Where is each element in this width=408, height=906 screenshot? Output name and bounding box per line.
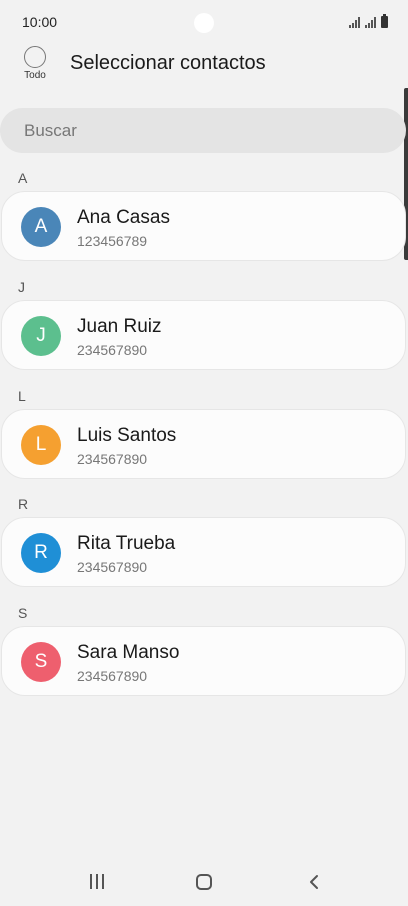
contact-item[interactable]: J Juan Ruiz 234567890 <box>1 300 406 370</box>
battery-icon <box>381 14 388 28</box>
status-icons <box>349 14 388 28</box>
section-header-j: J <box>18 279 25 295</box>
contact-name: Rita Trueba <box>77 533 176 554</box>
status-time: 10:00 <box>22 14 58 30</box>
contact-item[interactable]: R Rita Trueba 234567890 <box>1 517 406 587</box>
navigation-bar <box>0 860 408 906</box>
avatar: R <box>21 533 61 573</box>
contact-name: Juan Ruiz <box>77 316 162 337</box>
contact-phone: 234567890 <box>77 559 148 575</box>
checkbox-circle-icon[interactable] <box>24 46 46 68</box>
contact-phone: 234567890 <box>77 668 148 684</box>
avatar: L <box>21 425 61 465</box>
contact-phone: 123456789 <box>77 233 148 249</box>
camera-cutout <box>194 13 214 33</box>
search-input[interactable] <box>0 108 406 153</box>
select-all-checkbox[interactable]: Todo <box>20 46 50 81</box>
contact-phone: 234567890 <box>77 342 148 358</box>
search-bar[interactable] <box>0 108 406 153</box>
avatar: S <box>21 642 61 682</box>
section-header-l: L <box>18 388 26 404</box>
contact-name: Sara Manso <box>77 642 180 663</box>
avatar: A <box>21 207 61 247</box>
contact-name: Ana Casas <box>77 207 170 228</box>
contact-name: Luis Santos <box>77 425 177 446</box>
signal-icon <box>349 17 360 28</box>
back-icon[interactable] <box>305 873 323 891</box>
home-icon[interactable] <box>196 874 212 890</box>
signal-icon <box>365 17 376 28</box>
recent-apps-icon[interactable] <box>90 874 104 889</box>
contact-item[interactable]: A Ana Casas 123456789 <box>1 191 406 261</box>
contact-item[interactable]: L Luis Santos 234567890 <box>1 409 406 479</box>
page-title: Seleccionar contactos <box>70 52 266 74</box>
status-bar: 10:00 <box>0 0 408 44</box>
section-header-a: A <box>18 170 28 186</box>
contact-phone: 234567890 <box>77 451 148 467</box>
select-all-label: Todo <box>24 70 46 81</box>
section-header-s: S <box>18 605 28 621</box>
avatar: J <box>21 316 61 356</box>
section-header-r: R <box>18 496 29 512</box>
contact-item[interactable]: S Sara Manso 234567890 <box>1 626 406 696</box>
